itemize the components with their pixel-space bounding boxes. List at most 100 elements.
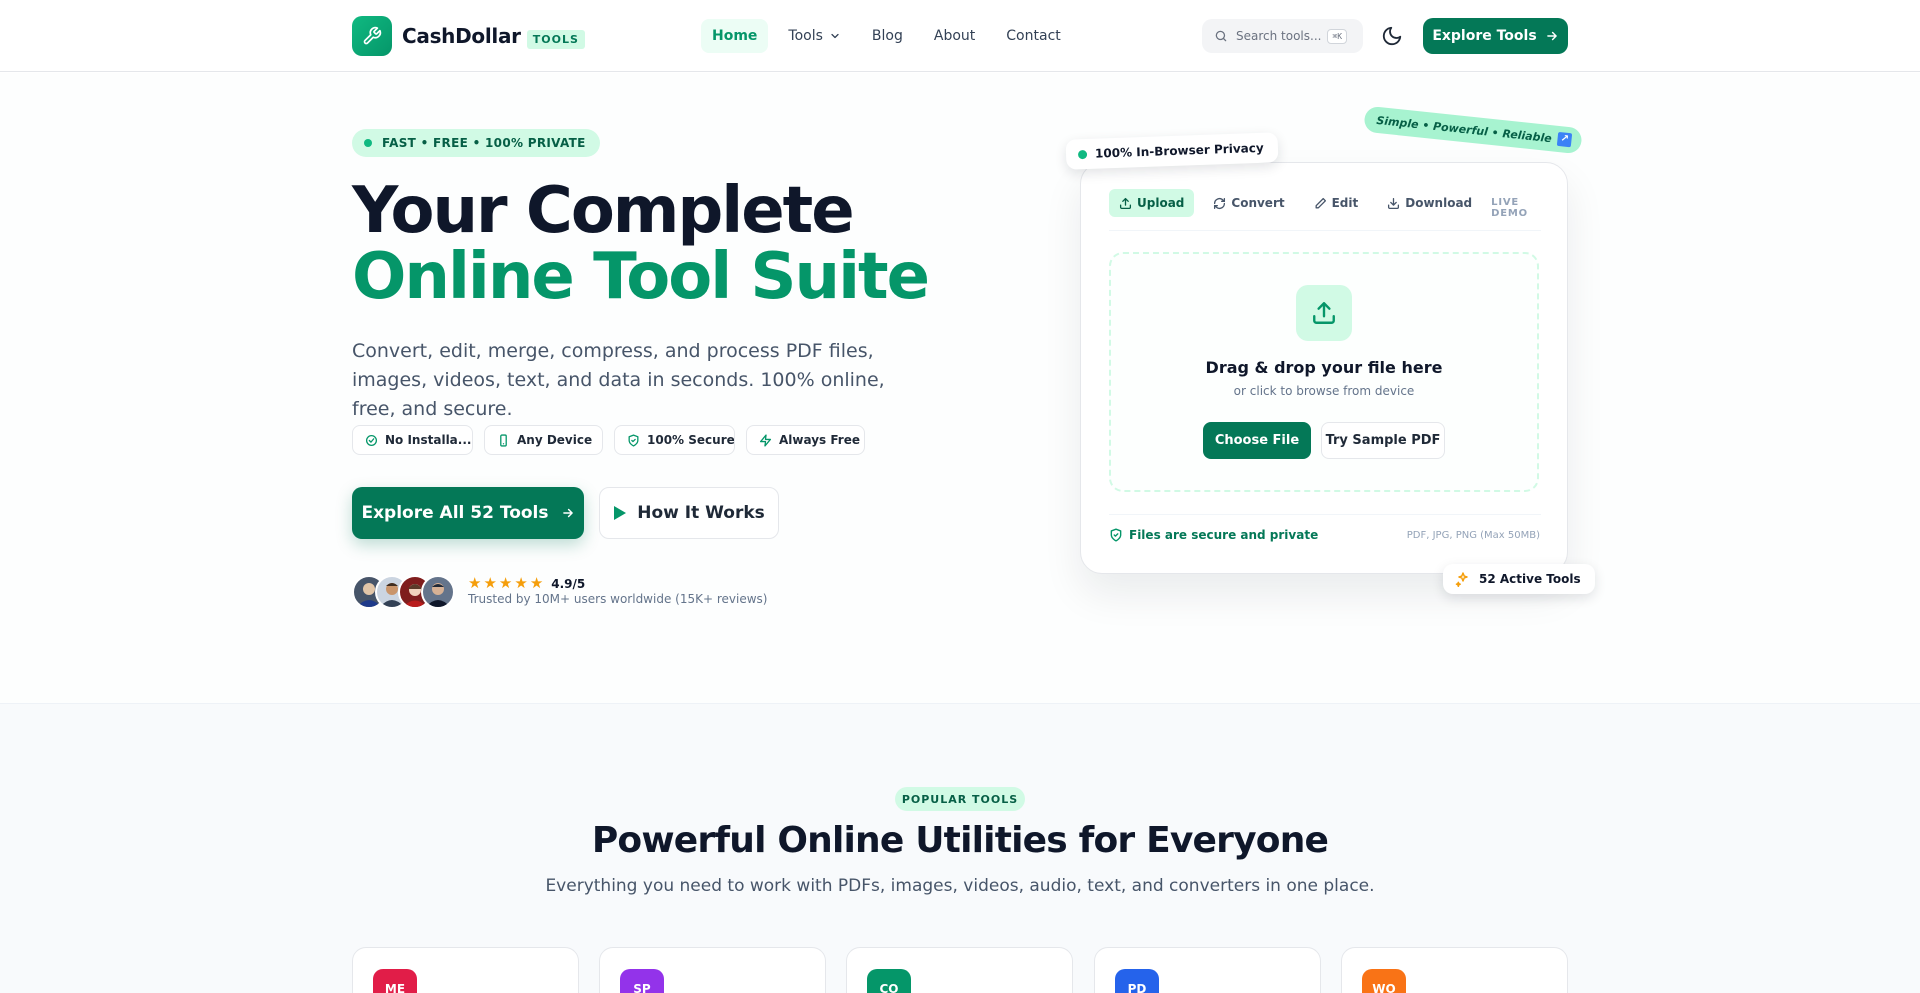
dropzone-title: Drag & drop your file here: [1205, 358, 1443, 377]
tool-card[interactable]: SP: [599, 947, 826, 993]
nav-link-tools-label: Tools: [788, 28, 823, 44]
arrow-right-icon: [562, 508, 573, 518]
hero-title-line1: Your Complete: [352, 174, 855, 248]
brand-logo[interactable]: CashDollar TOOLS: [352, 16, 585, 56]
star-icon: ★: [483, 574, 497, 592]
section-badge: POPULAR TOOLS: [895, 787, 1025, 811]
play-icon: [614, 506, 627, 520]
check-circle-icon: [365, 434, 378, 446]
nav-link-contact[interactable]: Contact: [995, 19, 1071, 53]
arrow-up-right-icon: ↗: [1556, 131, 1573, 148]
chip-label: Always Free: [779, 433, 860, 447]
privacy-tag-text: 100% In-Browser Privacy: [1094, 140, 1264, 161]
hero-title-line2: Online Tool Suite: [352, 240, 930, 314]
refresh-icon: [1214, 197, 1226, 209]
how-it-works-label: How It Works: [637, 503, 765, 523]
search-icon: [1215, 30, 1227, 42]
active-tools-tag: 52 Active Tools: [1443, 564, 1595, 594]
main-nav: Home Tools Blog About Contact: [701, 19, 1081, 53]
rating-value: 4.9/5: [551, 576, 586, 591]
tab-edit-label: Edit: [1331, 196, 1359, 210]
nav-link-about[interactable]: About: [923, 19, 986, 53]
star-icon: ★: [468, 574, 482, 592]
theme-toggle-button[interactable]: [1381, 25, 1403, 47]
zap-icon: [759, 433, 772, 447]
wrench-icon: [352, 16, 392, 56]
tab-edit[interactable]: Edit: [1304, 189, 1369, 217]
tab-convert-label: Convert: [1231, 196, 1285, 210]
shield-check-icon: [628, 433, 639, 447]
search-input[interactable]: Search tools... ⌘K: [1202, 19, 1363, 53]
divider: [1109, 514, 1541, 515]
download-icon: [1388, 197, 1400, 209]
smartphone-icon: [500, 433, 507, 447]
tool-card[interactable]: ME: [352, 947, 579, 993]
dropzone-subtitle: or click to browse from device: [1233, 384, 1415, 398]
nav-link-home[interactable]: Home: [701, 19, 769, 53]
tab-upload-label: Upload: [1137, 196, 1185, 210]
nav-link-blog[interactable]: Blog: [861, 19, 914, 53]
explore-all-tools-button[interactable]: Explore All 52 Tools: [352, 487, 584, 539]
secure-note-text: Files are secure and private: [1129, 528, 1319, 542]
try-sample-pdf-button[interactable]: Try Sample PDF: [1321, 422, 1445, 459]
status-dot: [1077, 149, 1088, 159]
explore-tools-label: Explore Tools: [1432, 28, 1537, 44]
secure-note: Files are secure and private: [1109, 528, 1318, 542]
upload-icon: [1296, 285, 1352, 341]
tab-download-label: Download: [1405, 196, 1473, 210]
chevron-down-icon: [831, 33, 839, 39]
chip-no-installation: No Installa...: [352, 425, 473, 455]
chip-secure: 100% Secure: [614, 425, 735, 455]
active-tools-text: 52 Active Tools: [1479, 572, 1581, 586]
brand-name: CashDollar: [402, 24, 521, 48]
trust-text: Trusted by 10M+ users worldwide (15K+ re…: [468, 592, 768, 606]
brand-tag: TOOLS: [526, 29, 585, 49]
hero-section: [0, 73, 1920, 703]
section-title: Powerful Online Utilities for Everyone: [591, 820, 1329, 861]
section-subtitle: Everything you need to work with PDFs, i…: [545, 876, 1375, 896]
tool-icon: CO: [867, 969, 911, 993]
moon-icon: [1382, 26, 1402, 46]
tool-icon: SP: [620, 969, 664, 993]
tab-download[interactable]: Download: [1377, 189, 1482, 217]
star-icon: ★: [529, 574, 544, 592]
hero-badge: FAST • FREE • 100% PRIVATE: [352, 129, 600, 157]
chip-any-device: Any Device: [484, 425, 603, 455]
hero-description: Convert, edit, merge, compress, and proc…: [352, 340, 885, 420]
tool-icon: PD: [1115, 969, 1159, 993]
tab-convert[interactable]: Convert: [1203, 189, 1294, 217]
chip-label: Any Device: [517, 433, 593, 447]
star-icon: ★: [498, 574, 513, 592]
tool-icon: ME: [373, 969, 417, 993]
rating: ★ ★ ★ ★ ★ 4.9/5: [468, 576, 585, 591]
supported-formats: PDF, JPG, PNG (Max 50MB): [1406, 530, 1540, 541]
tool-card[interactable]: WO: [1341, 947, 1568, 993]
top-navbar: CashDollar TOOLS Home Tools Blog About C…: [0, 0, 1920, 72]
nav-link-tools[interactable]: Tools: [777, 19, 852, 53]
tool-icon: WO: [1362, 969, 1406, 993]
chip-label: No Installa...: [385, 433, 472, 447]
search-shortcut: ⌘K: [1327, 28, 1348, 44]
choose-file-button[interactable]: Choose File: [1203, 422, 1311, 459]
upload-icon: [1119, 197, 1132, 209]
shield-check-icon: [1110, 528, 1122, 542]
explore-tools-button[interactable]: Explore Tools: [1423, 18, 1568, 54]
demo-tabs: Upload Convert Edit Download LIVE DEMO: [1109, 189, 1541, 231]
feature-chips: No Installa... Any Device 100% Secure Al…: [352, 425, 876, 455]
chip-always-free: Always Free: [746, 425, 865, 455]
live-demo-label: LIVE DEMO: [1491, 197, 1528, 219]
avatar: [421, 575, 455, 609]
hero-badge-text: FAST • FREE • 100% PRIVATE: [382, 136, 586, 150]
pencil-icon: [1315, 197, 1326, 208]
tool-card[interactable]: CO: [846, 947, 1073, 993]
search-placeholder: Search tools...: [1236, 29, 1322, 43]
user-avatars: [352, 575, 455, 609]
how-it-works-button[interactable]: How It Works: [599, 487, 779, 539]
tab-upload[interactable]: Upload: [1109, 189, 1195, 217]
arrow-right-icon: [1546, 31, 1557, 41]
explore-all-tools-label: Explore All 52 Tools: [361, 503, 549, 523]
chip-label: 100% Secure: [647, 433, 735, 447]
status-dot: [364, 139, 372, 147]
star-icon: ★: [514, 574, 528, 592]
tool-card[interactable]: PD: [1094, 947, 1321, 993]
